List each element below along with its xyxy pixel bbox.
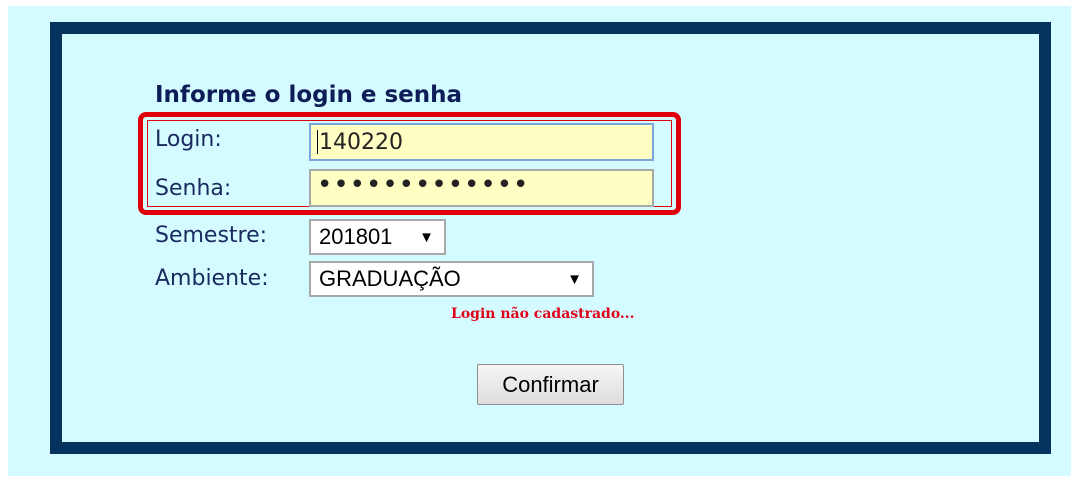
password-input[interactable]: •••••••••••••: [309, 169, 654, 207]
password-input-value: •••••••••••••: [317, 170, 530, 200]
error-message: Login não cadastrado...: [451, 306, 635, 322]
login-input[interactable]: 140220: [309, 123, 654, 161]
environment-label: Ambiente:: [155, 266, 269, 291]
environment-select-value: GRADUAÇÃO: [319, 266, 461, 291]
semester-select-value: 201801: [319, 224, 393, 249]
form-title: Informe o login e senha: [155, 82, 463, 108]
chevron-down-icon: ▼: [419, 228, 434, 246]
confirm-button[interactable]: Confirmar: [477, 364, 624, 405]
environment-select[interactable]: GRADUAÇÃO ▼: [309, 261, 594, 297]
login-label: Login:: [155, 127, 222, 152]
text-caret: [317, 130, 318, 154]
semester-select[interactable]: 201801 ▼: [309, 219, 446, 255]
password-label: Senha:: [155, 176, 232, 201]
login-input-value: 140220: [319, 129, 403, 155]
chevron-down-icon: ▼: [567, 270, 582, 288]
semester-label: Semestre:: [155, 223, 268, 248]
